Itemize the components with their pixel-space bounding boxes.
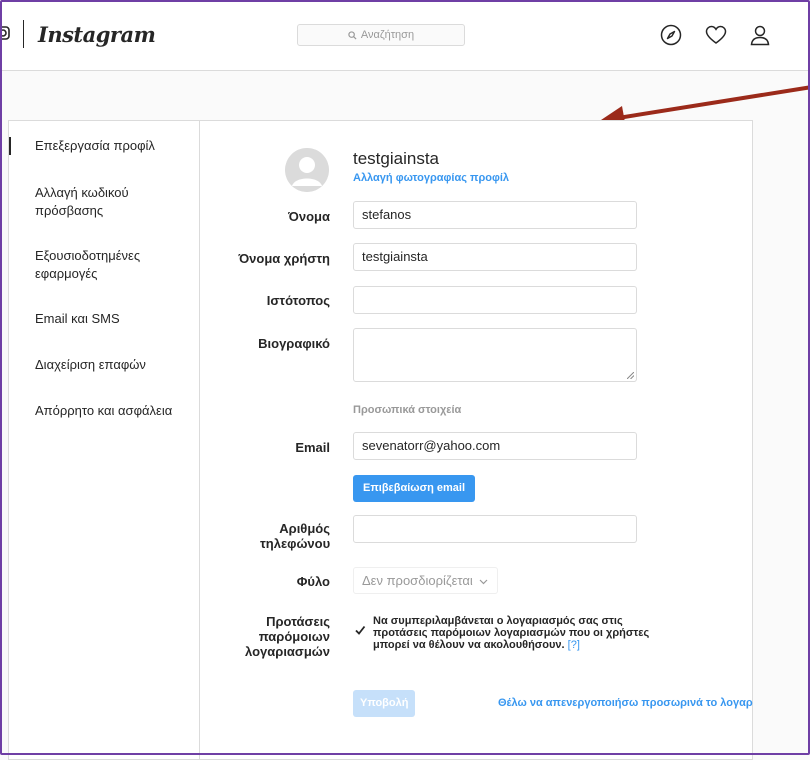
compass-explore-icon[interactable] bbox=[659, 23, 683, 47]
top-navigation-bar: Instagram Αναζήτηση bbox=[0, 0, 810, 71]
username-field[interactable]: testgiainsta bbox=[353, 243, 637, 271]
username-label: Όνομα χρήστη bbox=[238, 251, 330, 266]
confirm-email-button[interactable]: Επιβεβαίωση email bbox=[353, 475, 476, 502]
search-placeholder: Αναζήτηση bbox=[360, 29, 415, 41]
profile-username: testgiainsta bbox=[353, 149, 439, 168]
name-label: Όνομα bbox=[288, 209, 330, 224]
gender-label: Φύλο bbox=[296, 574, 330, 589]
sidebar-item-label: Εξουσιοδοτημένες εφαρμογές bbox=[35, 248, 141, 281]
sidebar-item-email-sms[interactable]: Email και SMS bbox=[9, 310, 198, 328]
resize-handle-icon[interactable] bbox=[627, 372, 634, 379]
suggestions-description: Να συμπεριλαμβάνεται ο λογαριασμός σας σ… bbox=[373, 615, 663, 651]
suggestions-label: Προτάσεις παρόμοιων λογαριασμών bbox=[245, 614, 330, 659]
suggestions-text: Να συμπεριλαμβάνεται ο λογαριασμός σας σ… bbox=[373, 615, 650, 651]
deactivate-account-link[interactable]: Θέλω να απενεργοποιήσω προσωρινά το λογα… bbox=[498, 697, 753, 709]
suggestions-help-link[interactable]: [?] bbox=[568, 639, 580, 651]
suggestions-checkbox-check-icon[interactable] bbox=[354, 624, 366, 636]
phone-label: Αριθμός τηλεφώνου bbox=[260, 521, 331, 551]
search-input[interactable]: Αναζήτηση bbox=[297, 24, 465, 46]
gender-select[interactable]: Δεν προσδιορίζεται bbox=[353, 567, 498, 594]
gender-select-value: Δεν προσδιορίζεται bbox=[362, 573, 473, 588]
sidebar-item-label: Επεξεργασία προφίλ bbox=[35, 138, 155, 153]
sidebar-item-label: Email και SMS bbox=[35, 311, 120, 326]
website-field[interactable] bbox=[353, 286, 637, 314]
sidebar-item-manage-contacts[interactable]: Διαχείριση επαφών bbox=[9, 356, 198, 374]
profile-user-icon[interactable] bbox=[748, 23, 772, 47]
default-avatar-icon bbox=[285, 148, 329, 192]
sidebar-item-privacy-security[interactable]: Απόρρητο και ασφάλεια bbox=[9, 402, 198, 420]
website-label: Ιστότοπος bbox=[266, 293, 330, 308]
search-icon bbox=[348, 30, 357, 40]
phone-field[interactable] bbox=[353, 515, 637, 543]
name-field[interactable]: stefanos bbox=[353, 201, 637, 229]
avatar[interactable] bbox=[285, 148, 329, 192]
email-label: Email bbox=[295, 440, 330, 455]
personal-info-heading: Προσωπικά στοιχεία bbox=[353, 404, 462, 416]
sidebar-item-edit-profile[interactable]: Επεξεργασία προφίλ bbox=[9, 137, 198, 155]
change-profile-photo-link[interactable]: Αλλαγή φωτογραφίας προφίλ bbox=[353, 172, 509, 184]
bio-textarea[interactable] bbox=[353, 328, 637, 382]
sidebar-item-authorized-apps[interactable]: Εξουσιοδοτημένες εφαρμογές bbox=[9, 247, 159, 283]
instagram-logo[interactable]: Instagram bbox=[38, 22, 156, 47]
heart-activity-icon[interactable] bbox=[704, 23, 728, 47]
logo-divider bbox=[23, 20, 24, 48]
instagram-camera-icon[interactable] bbox=[0, 26, 10, 40]
submit-button[interactable]: Υποβολή bbox=[353, 690, 416, 717]
settings-sidebar: Επεξεργασία προφίλ Αλλαγή κωδικού πρόσβα… bbox=[9, 121, 200, 759]
sidebar-item-label: Διαχείριση επαφών bbox=[35, 357, 146, 372]
email-field[interactable]: sevenatorr@yahoo.com bbox=[353, 432, 637, 460]
chevron-down-icon bbox=[479, 579, 488, 585]
sidebar-item-label: Απόρρητο και ασφάλεια bbox=[35, 403, 173, 418]
sidebar-item-label: Αλλαγή κωδικού πρόσβασης bbox=[35, 185, 129, 218]
sidebar-item-change-password[interactable]: Αλλαγή κωδικού πρόσβασης bbox=[9, 184, 159, 220]
bio-label: Βιογραφικό bbox=[258, 336, 330, 351]
